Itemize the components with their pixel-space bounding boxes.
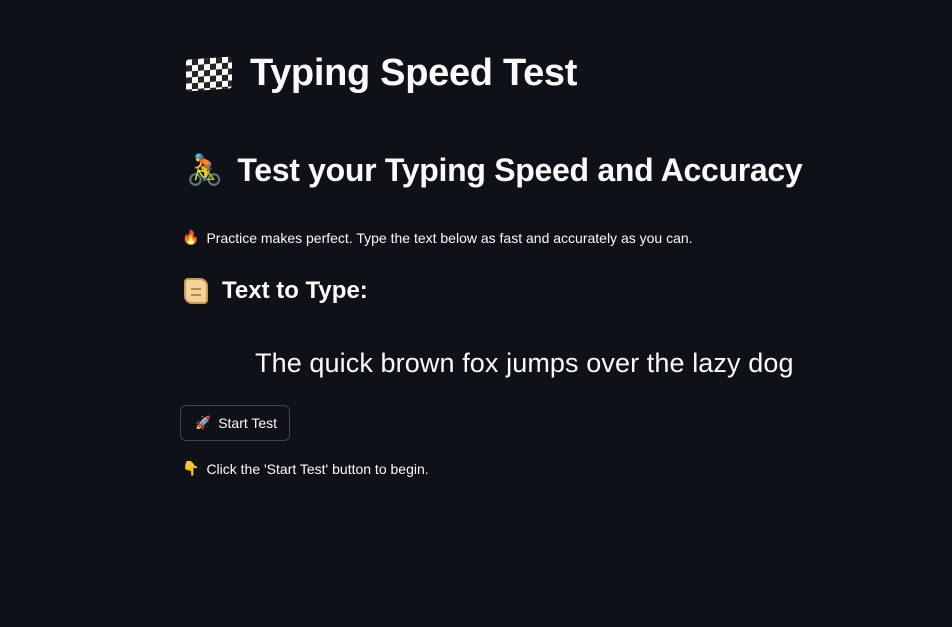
pointing-down-icon: 👇 [182,460,200,476]
hint-row: 👇 Click the 'Start Test' button to begin… [182,460,429,477]
scroll-icon [184,278,208,304]
section-title: Text to Type: [222,277,368,304]
text-to-type: The quick brown fox jumps over the lazy … [255,348,794,378]
checkered-flag-icon [186,55,232,92]
subheader: Test your Typing Speed and Accuracy [237,152,803,188]
caption-row: 🔥 Practice makes perfect. Type the text … [182,229,693,246]
section-row: Text to Type: [184,277,368,305]
bicyclist-icon: 🚴 [186,153,224,187]
title-row: Typing Speed Test [186,52,577,95]
start-test-label: Start Test [218,415,278,431]
subheader-row: 🚴 Test your Typing Speed and Accuracy [186,152,803,189]
page-title: Typing Speed Test [250,52,578,94]
hint-text: Click the 'Start Test' button to begin. [206,460,429,477]
fire-icon: 🔥 [182,229,200,245]
rocket-icon: 🚀 [195,415,212,430]
caption-text: Practice makes perfect. Type the text be… [206,229,693,246]
start-test-button[interactable]: 🚀 Start Test [180,405,291,441]
